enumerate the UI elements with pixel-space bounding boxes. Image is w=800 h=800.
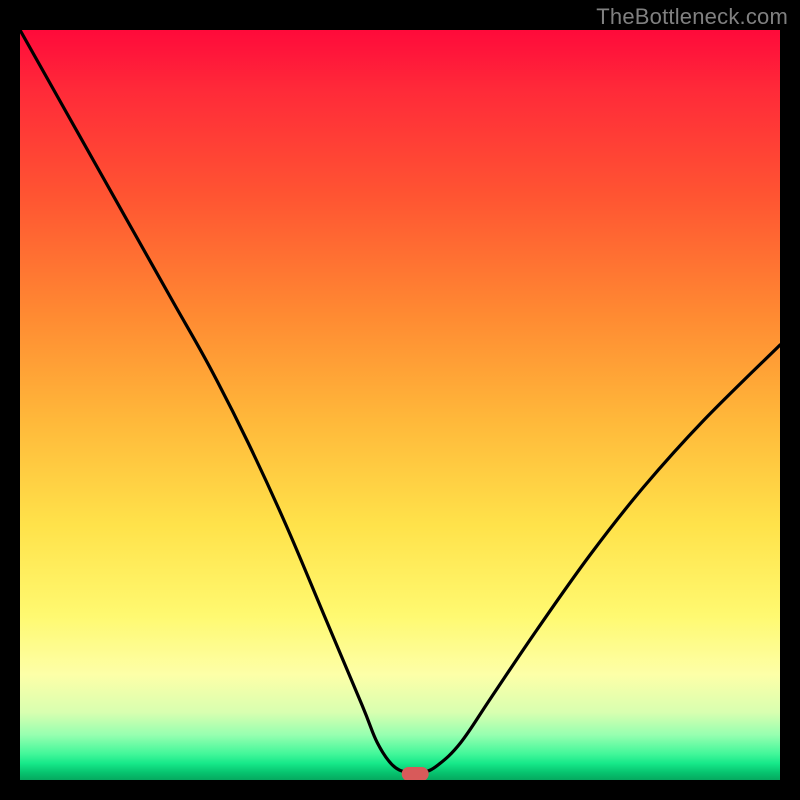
chart-frame: TheBottleneck.com <box>0 0 800 800</box>
curve-svg <box>20 30 780 780</box>
plot-area <box>20 30 780 780</box>
minimum-marker <box>402 768 428 781</box>
bottleneck-curve <box>20 30 780 774</box>
watermark-text: TheBottleneck.com <box>596 4 788 30</box>
